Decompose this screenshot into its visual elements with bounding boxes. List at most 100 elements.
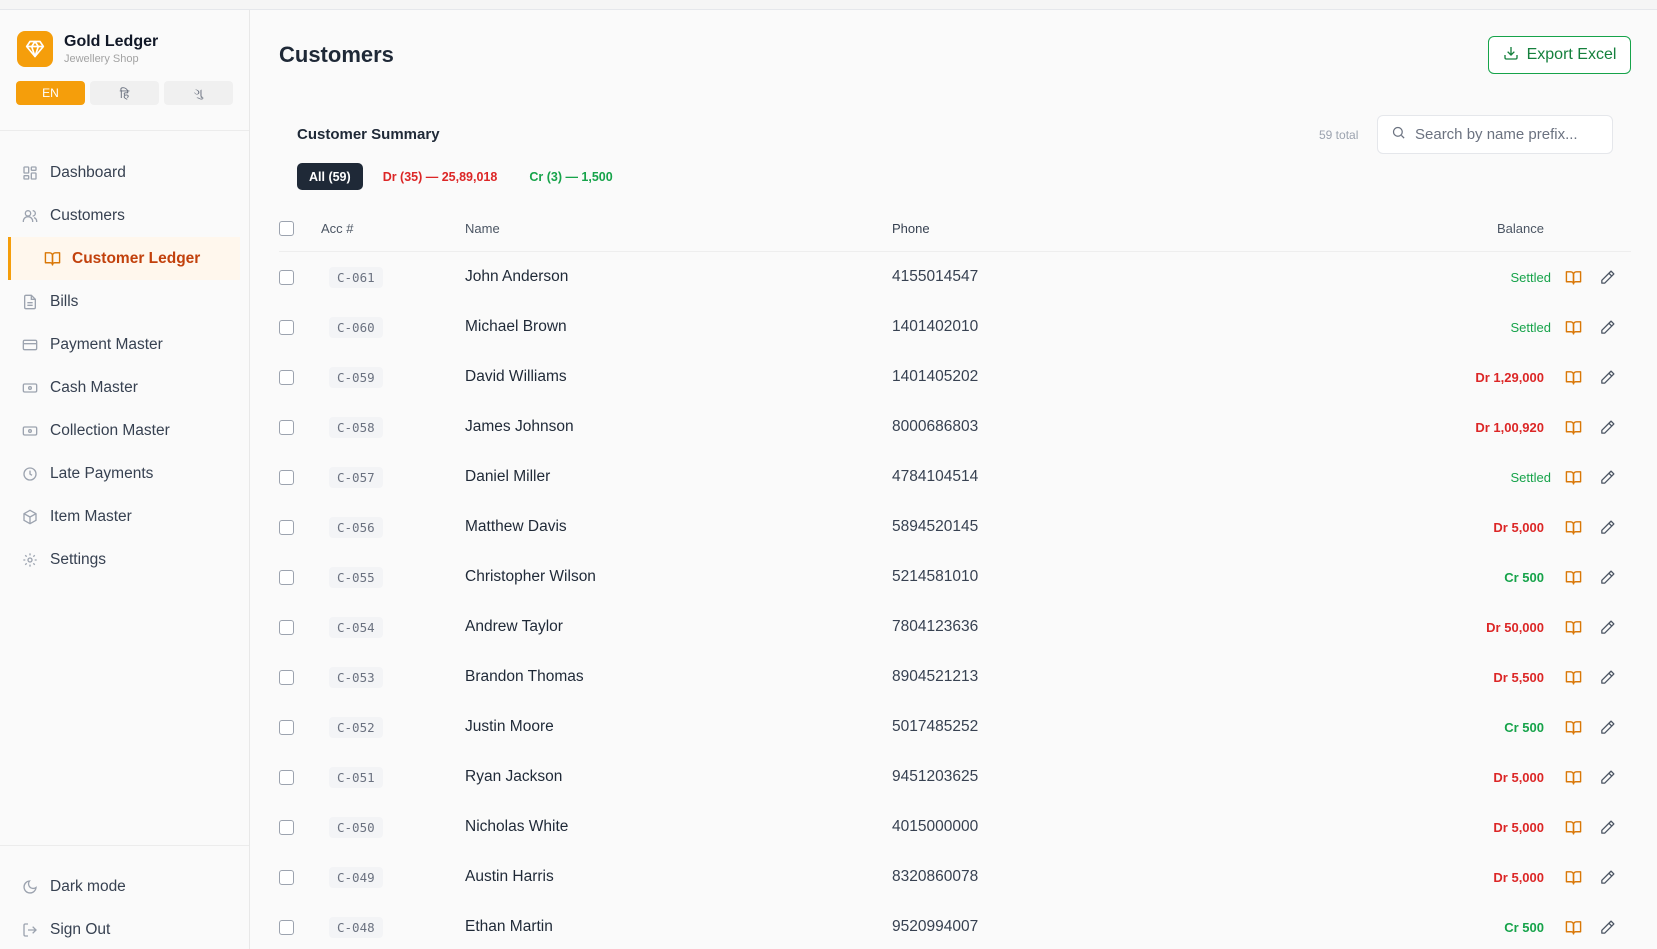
row-checkbox[interactable] [279, 452, 294, 502]
row-checkbox[interactable] [279, 402, 294, 452]
edit-pencil-icon[interactable] [1597, 917, 1617, 937]
filter-all-chip[interactable]: All (59) [297, 163, 363, 190]
sidebar-item-dashboard[interactable]: Dashboard [8, 151, 240, 194]
ledger-book-icon[interactable] [1563, 617, 1583, 637]
table-row[interactable]: C-056 Matthew Davis 5894520145 Dr 5,000 [279, 502, 1631, 552]
edit-pencil-icon[interactable] [1597, 867, 1617, 887]
sidebar-item-collection-master[interactable]: Collection Master [8, 409, 240, 452]
sidebar-item-label: Customer Ledger [72, 249, 201, 267]
table-row[interactable]: C-058 James Johnson 8000686803 Dr 1,00,920 [279, 402, 1631, 452]
acc-number: C-059 [329, 352, 383, 402]
select-all-checkbox[interactable] [279, 206, 294, 251]
row-checkbox[interactable] [279, 652, 294, 702]
sidebar-item-payment-master[interactable]: Payment Master [8, 323, 240, 366]
sidebar-item-label: Payment Master [50, 335, 163, 353]
customer-name: Ryan Jackson [465, 768, 563, 785]
filter-chips: All (59) Dr (35) — 25,89,018 Cr (3) — 1,… [297, 163, 625, 190]
edit-pencil-icon[interactable] [1597, 767, 1617, 787]
edit-pencil-icon[interactable] [1597, 417, 1617, 437]
lang-en-button[interactable]: EN [16, 81, 85, 105]
ledger-book-icon[interactable] [1563, 467, 1583, 487]
row-checkbox[interactable] [279, 552, 294, 602]
divider [0, 845, 249, 846]
export-excel-button[interactable]: Export Excel [1488, 36, 1631, 74]
edit-pencil-icon[interactable] [1597, 317, 1617, 337]
row-checkbox[interactable] [279, 502, 294, 552]
sidebar-item-customers[interactable]: Customers [8, 194, 240, 237]
customer-name: Nicholas White [465, 818, 569, 835]
ledger-book-icon[interactable] [1563, 867, 1583, 887]
customers-table: Acc # Name Phone Balance C-061 John Ander… [279, 206, 1631, 949]
sign-out-button[interactable]: Sign Out [8, 908, 240, 949]
ledger-book-icon[interactable] [1563, 417, 1583, 437]
acc-number: C-048 [329, 902, 383, 949]
table-row[interactable]: C-061 John Anderson 4155014547 Settled [279, 252, 1631, 302]
ledger-book-icon[interactable] [1563, 267, 1583, 287]
search-input[interactable] [1415, 126, 1605, 143]
table-row[interactable]: C-050 Nicholas White 4015000000 Dr 5,000 [279, 802, 1631, 852]
sidebar-item-item-master[interactable]: Item Master [8, 495, 240, 538]
ledger-book-icon[interactable] [1563, 367, 1583, 387]
customer-name: John Anderson [465, 268, 569, 285]
row-actions [1551, 252, 1631, 302]
row-checkbox[interactable] [279, 802, 294, 852]
ledger-book-icon[interactable] [1563, 567, 1583, 587]
edit-pencil-icon[interactable] [1597, 667, 1617, 687]
ledger-book-icon[interactable] [1563, 817, 1583, 837]
filter-credit-chip[interactable]: Cr (3) — 1,500 [517, 163, 624, 190]
edit-pencil-icon[interactable] [1597, 517, 1617, 537]
sidebar-item-customer-ledger[interactable]: Customer Ledger [8, 237, 240, 280]
sidebar-item-cash-master[interactable]: Cash Master [8, 366, 240, 409]
table-row[interactable]: C-053 Brandon Thomas 8904521213 Dr 5,500 [279, 652, 1631, 702]
row-checkbox[interactable] [279, 352, 294, 402]
ledger-book-icon[interactable] [1563, 717, 1583, 737]
customer-balance: Cr 500 [1504, 919, 1544, 935]
sign-out-label: Sign Out [50, 920, 111, 938]
sidebar-item-late-payments[interactable]: Late Payments [8, 452, 240, 495]
table-row[interactable]: C-057 Daniel Miller 4784104514 Settled [279, 452, 1631, 502]
row-checkbox[interactable] [279, 752, 294, 802]
ledger-book-icon[interactable] [1563, 517, 1583, 537]
row-checkbox[interactable] [279, 902, 294, 949]
ledger-book-icon[interactable] [1563, 767, 1583, 787]
table-row[interactable]: C-052 Justin Moore 5017485252 Cr 500 [279, 702, 1631, 752]
ledger-book-icon[interactable] [1563, 317, 1583, 337]
ledger-book-icon[interactable] [1563, 917, 1583, 937]
row-checkbox[interactable] [279, 702, 294, 752]
customer-phone: 8320860078 [892, 868, 979, 885]
table-row[interactable]: C-060 Michael Brown 1401402010 Settled [279, 302, 1631, 352]
lang-gu-button[interactable]: ગુ [164, 81, 233, 105]
edit-pencil-icon[interactable] [1597, 367, 1617, 387]
table-row[interactable]: C-051 Ryan Jackson 9451203625 Dr 5,000 [279, 752, 1631, 802]
lang-hi-button[interactable]: हि [90, 81, 159, 105]
sidebar-item-settings[interactable]: Settings [8, 538, 240, 581]
customer-name: Matthew Davis [465, 518, 567, 535]
row-checkbox[interactable] [279, 602, 294, 652]
edit-pencil-icon[interactable] [1597, 567, 1617, 587]
table-row[interactable]: C-055 Christopher Wilson 5214581010 Cr 500 [279, 552, 1631, 602]
filter-debit-chip[interactable]: Dr (35) — 25,89,018 [371, 163, 510, 190]
acc-badge: C-058 [329, 416, 383, 438]
search-icon [1391, 125, 1406, 145]
dark-mode-toggle[interactable]: Dark mode [8, 865, 240, 908]
table-row[interactable]: C-048 Ethan Martin 9520994007 Cr 500 [279, 902, 1631, 949]
header-phone: Phone [892, 221, 930, 236]
customer-name: David Williams [465, 368, 567, 385]
divider [0, 130, 249, 131]
edit-pencil-icon[interactable] [1597, 817, 1617, 837]
sidebar-item-bills[interactable]: Bills [8, 280, 240, 323]
table-row[interactable]: C-054 Andrew Taylor 7804123636 Dr 50,000 [279, 602, 1631, 652]
acc-badge: C-059 [329, 366, 383, 388]
table-row[interactable]: C-059 David Williams 1401405202 Dr 1,29,000 [279, 352, 1631, 402]
edit-pencil-icon[interactable] [1597, 617, 1617, 637]
edit-pencil-icon[interactable] [1597, 467, 1617, 487]
ledger-book-icon[interactable] [1563, 667, 1583, 687]
edit-pencil-icon[interactable] [1597, 717, 1617, 737]
edit-pencil-icon[interactable] [1597, 267, 1617, 287]
row-checkbox[interactable] [279, 252, 294, 302]
row-checkbox[interactable] [279, 302, 294, 352]
table-row[interactable]: C-049 Austin Harris 8320860078 Dr 5,000 [279, 852, 1631, 902]
row-checkbox[interactable] [279, 852, 294, 902]
customer-phone: 9451203625 [892, 768, 979, 785]
export-label: Export Excel [1526, 46, 1617, 63]
